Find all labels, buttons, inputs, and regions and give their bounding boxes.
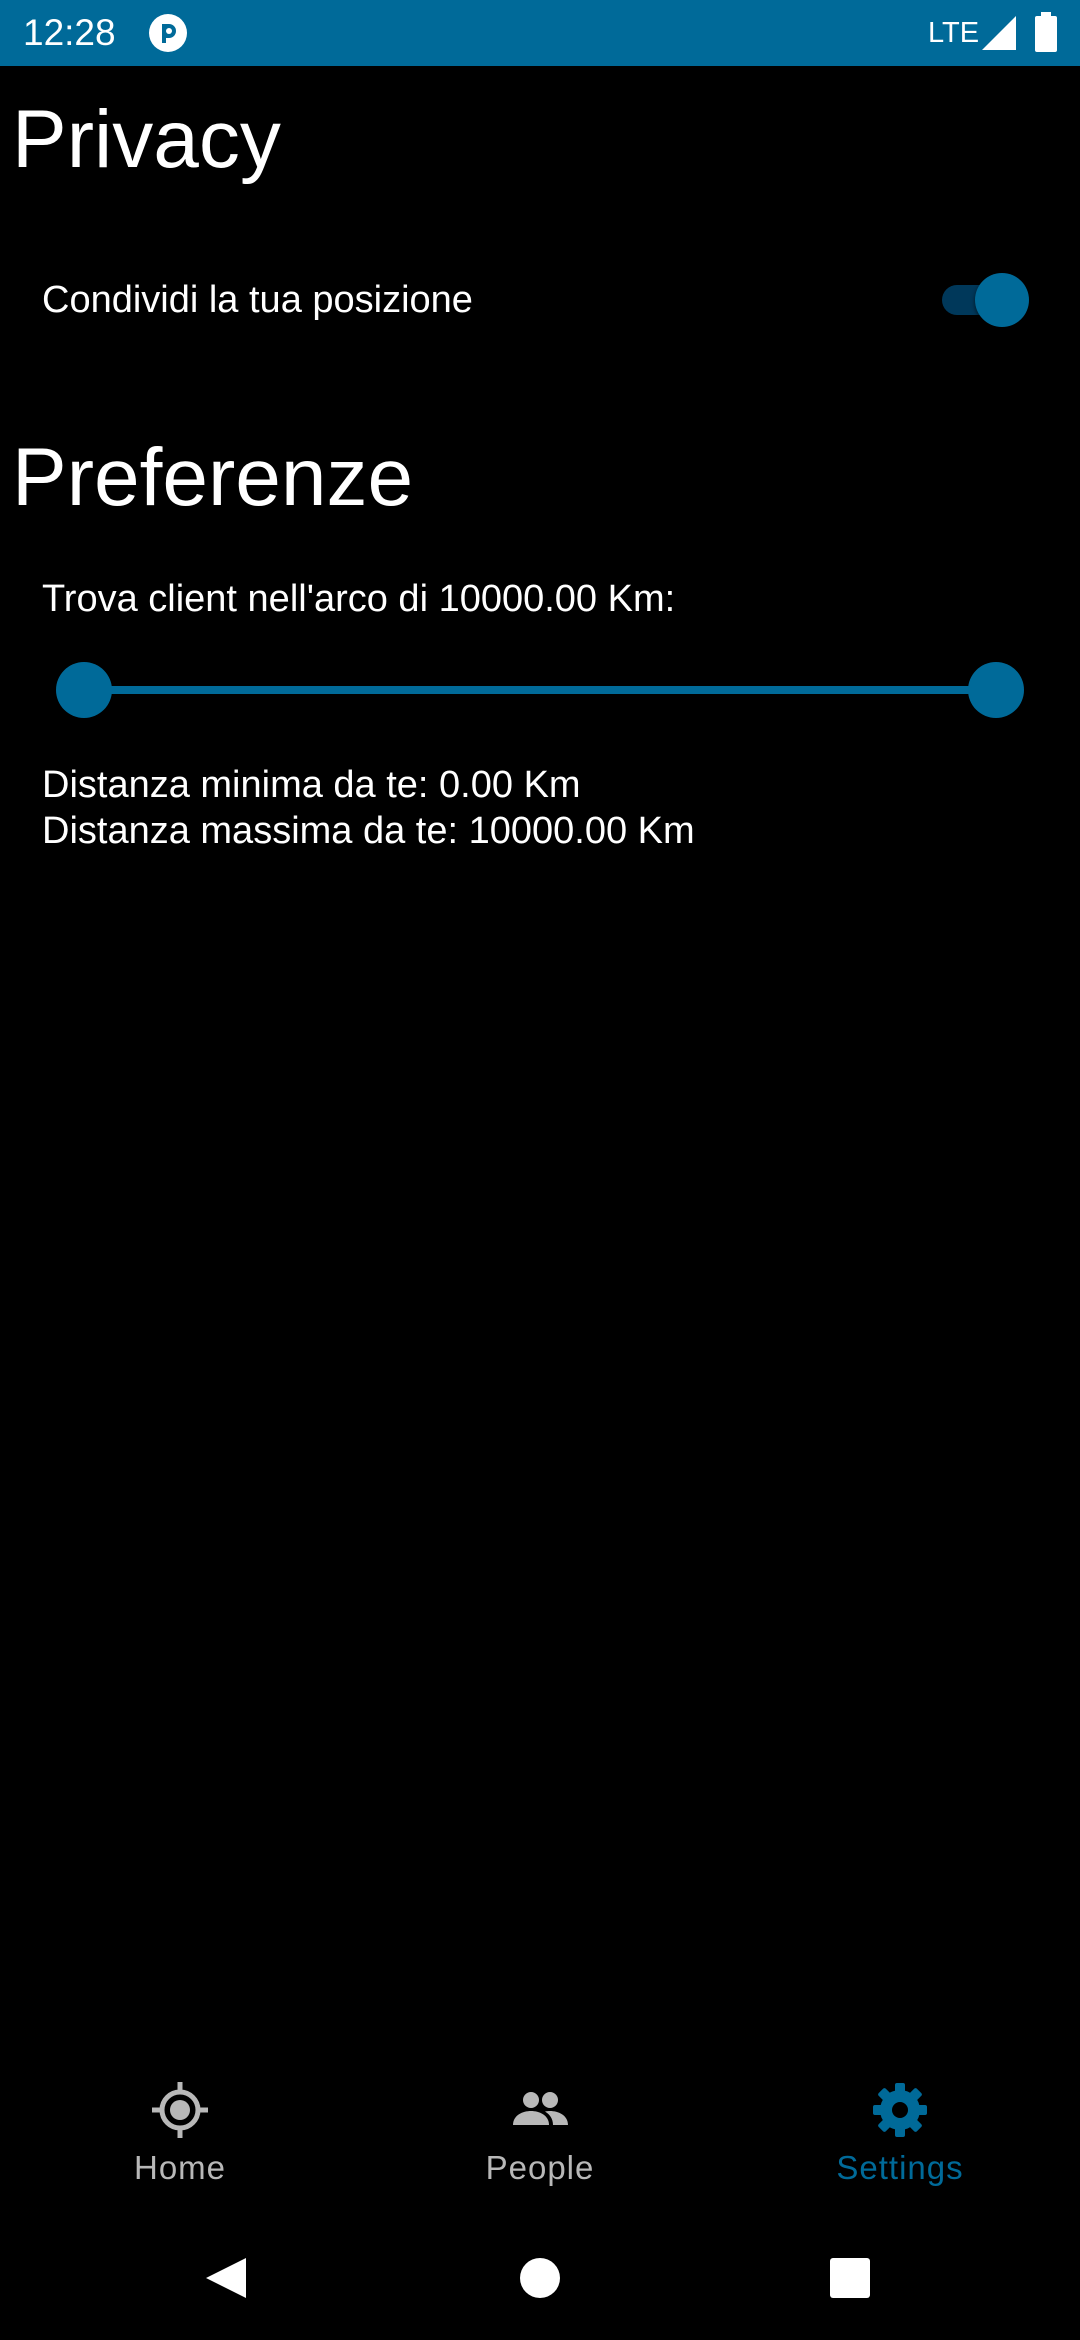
location-target-icon: [152, 2082, 208, 2138]
status-time: 12:28: [23, 12, 116, 53]
gear-icon: [873, 2083, 927, 2137]
status-bar: 12:28 LTE: [0, 0, 1080, 66]
min-distance-text: Distanza minima da te: 0.00 Km: [42, 764, 581, 806]
privacy-heading: Privacy: [12, 94, 281, 185]
nav-settings-label: Settings: [836, 2149, 964, 2186]
recents-square-icon[interactable]: [810, 2238, 890, 2318]
battery-icon: [1035, 12, 1057, 52]
home-circle-icon[interactable]: [500, 2238, 580, 2318]
nav-people[interactable]: People: [360, 2056, 720, 2196]
toggle-thumb: [975, 273, 1029, 327]
share-location-label: Condividi la tua posizione: [42, 279, 473, 321]
people-icon: [513, 2092, 568, 2125]
nav-home-label: Home: [133, 2149, 227, 2186]
back-triangle-icon[interactable]: [186, 2238, 266, 2318]
share-location-toggle[interactable]: [940, 272, 1030, 328]
share-location-row[interactable]: Condividi la tua posizione: [0, 250, 1080, 350]
signal-icon: [982, 16, 1016, 50]
range-label: Trova client nell'arco di 10000.00 Km:: [42, 578, 676, 620]
network-type: LTE: [928, 17, 980, 49]
system-navigation-bar: [0, 2216, 1080, 2340]
bottom-navigation: Home People Settings: [0, 2056, 1080, 2196]
slider-min-thumb[interactable]: [56, 662, 112, 718]
app-logo-icon: [149, 14, 187, 52]
distance-range-slider[interactable]: [56, 662, 1024, 718]
nav-people-label: People: [485, 2149, 595, 2186]
slider-max-thumb[interactable]: [968, 662, 1024, 718]
slider-track: [84, 686, 996, 694]
max-distance-text: Distanza massima da te: 10000.00 Km: [42, 810, 695, 852]
nav-settings[interactable]: Settings: [720, 2056, 1080, 2196]
nav-home[interactable]: Home: [0, 2056, 360, 2196]
preferences-heading: Preferenze: [12, 432, 414, 523]
